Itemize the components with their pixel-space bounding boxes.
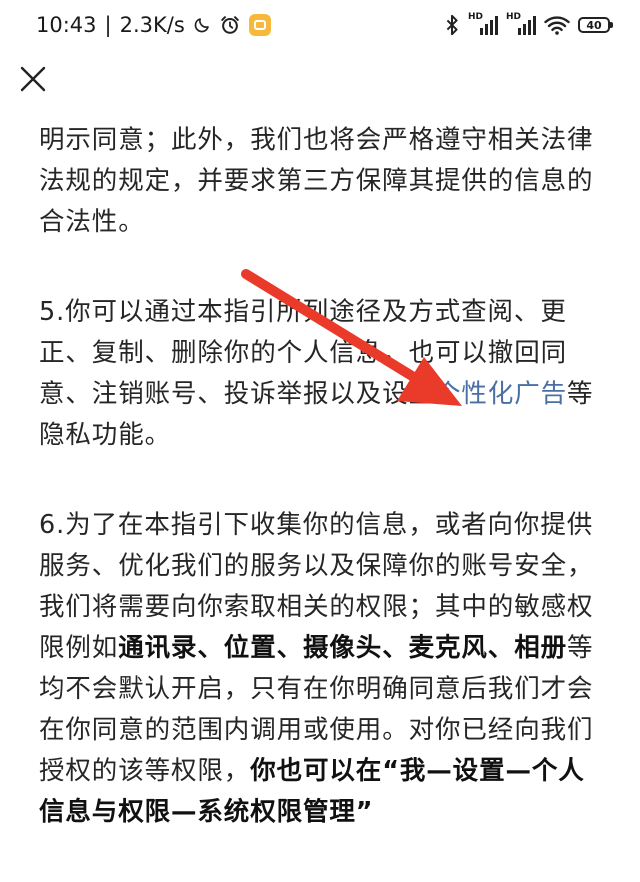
battery-level: 40: [586, 18, 602, 32]
paragraph-permissions: 6.为了在本指引下收集你的信息，或者向你提供服务、优化我们的服务以及保障你的账号…: [39, 505, 604, 833]
wifi-icon: [544, 15, 570, 35]
privacy-article: 明示同意；此外，我们也将会严格遵守相关法律法规的规定，并要求第三方保障其提供的信…: [39, 120, 604, 882]
battery-icon: 40: [578, 17, 613, 33]
close-icon: [20, 66, 46, 92]
personalized-ads-link[interactable]: 个性化广告: [435, 379, 567, 409]
status-time: 10:43: [36, 13, 97, 37]
moon-icon: [193, 16, 211, 34]
hd-label: HD: [468, 12, 484, 22]
paragraph-consent-text: 明示同意；此外，我们也将会严格遵守相关法律法规的规定，并要求第三方保障其提供的信…: [39, 125, 594, 237]
close-button[interactable]: [16, 62, 50, 96]
bluetooth-icon: [444, 14, 460, 36]
cell-signal-icon: HD: [468, 12, 498, 36]
status-right: HD HD 40: [444, 12, 613, 36]
paragraph-consent: 明示同意；此外，我们也将会严格遵守相关法律法规的规定，并要求第三方保障其提供的信…: [39, 120, 604, 243]
status-bar: 10:43 | 2.3K/s HD HD 40: [0, 0, 640, 50]
sensitive-permissions-list: 通讯录、位置、摄像头、麦克风、相册: [118, 633, 568, 663]
cell-signal-icon-2: HD: [506, 12, 536, 36]
status-separator: |: [104, 13, 112, 37]
notification-app-icon: [248, 14, 271, 36]
status-left: 10:43 | 2.3K/s: [36, 13, 271, 37]
network-speed: 2.3K/s: [119, 13, 185, 37]
paragraph-rights: 5.你可以通过本指引所列途径及方式查阅、更正、复制、删除你的个人信息，也可以撤回…: [39, 292, 604, 456]
hd-label-2: HD: [506, 12, 522, 22]
alarm-clock-icon: [219, 14, 241, 36]
